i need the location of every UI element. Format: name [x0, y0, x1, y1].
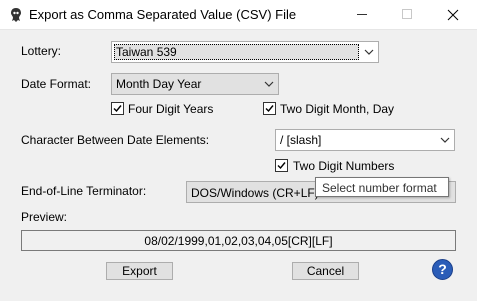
lottery-select[interactable]: Taiwan 539 — [111, 41, 379, 63]
tooltip-text: Select number format — [322, 181, 437, 195]
date-format-select[interactable]: Month Day Year — [111, 73, 279, 95]
close-icon — [447, 9, 459, 21]
maximize-icon — [402, 9, 412, 19]
chevron-down-icon — [364, 49, 374, 55]
chevron-down-icon — [440, 137, 450, 143]
preview-field: 08/02/1999,01,02,03,04,05[CR][LF] — [21, 230, 456, 251]
eol-label: End-of-Line Terminator: — [21, 184, 147, 198]
lottery-label: Lottery: — [21, 44, 62, 58]
preview-label: Preview: — [21, 210, 68, 224]
date-format-value: Month Day Year — [116, 77, 202, 91]
help-icon[interactable]: ? — [432, 259, 453, 280]
window-title: Export as Comma Separated Value (CSV) Fi… — [29, 7, 297, 22]
minimize-icon — [357, 14, 367, 15]
two-digit-month-day-checkbox[interactable] — [263, 102, 276, 115]
two-digit-numbers-label: Two Digit Numbers — [293, 159, 395, 173]
chevron-down-icon — [264, 81, 274, 87]
checkmark-icon — [265, 105, 274, 113]
title-bar: Export as Comma Separated Value (CSV) Fi… — [0, 0, 477, 30]
maximize-button[interactable] — [384, 0, 430, 30]
two-digit-month-day-label: Two Digit Month, Day — [280, 102, 395, 116]
export-button[interactable]: Export — [106, 262, 173, 280]
app-icon — [11, 8, 21, 22]
eol-value: DOS/Windows (CR+LF) — [191, 186, 319, 200]
cancel-button[interactable]: Cancel — [292, 262, 359, 280]
four-digit-years-label: Four Digit Years — [128, 102, 214, 116]
checkmark-icon — [113, 105, 122, 113]
char-between-select[interactable]: / [slash] — [275, 129, 455, 151]
lottery-value: Taiwan 539 — [116, 45, 177, 59]
minimize-button[interactable] — [339, 0, 385, 30]
close-button[interactable] — [430, 0, 476, 30]
tooltip: Select number format — [315, 177, 449, 197]
preview-value: 08/02/1999,01,02,03,04,05[CR][LF] — [144, 234, 333, 248]
char-between-label: Character Between Date Elements: — [21, 133, 210, 147]
date-format-label: Date Format: — [21, 77, 92, 91]
four-digit-years-checkbox[interactable] — [111, 102, 124, 115]
char-between-value: / [slash] — [280, 133, 322, 147]
two-digit-numbers-checkbox[interactable] — [275, 159, 288, 172]
checkmark-icon — [277, 162, 286, 170]
